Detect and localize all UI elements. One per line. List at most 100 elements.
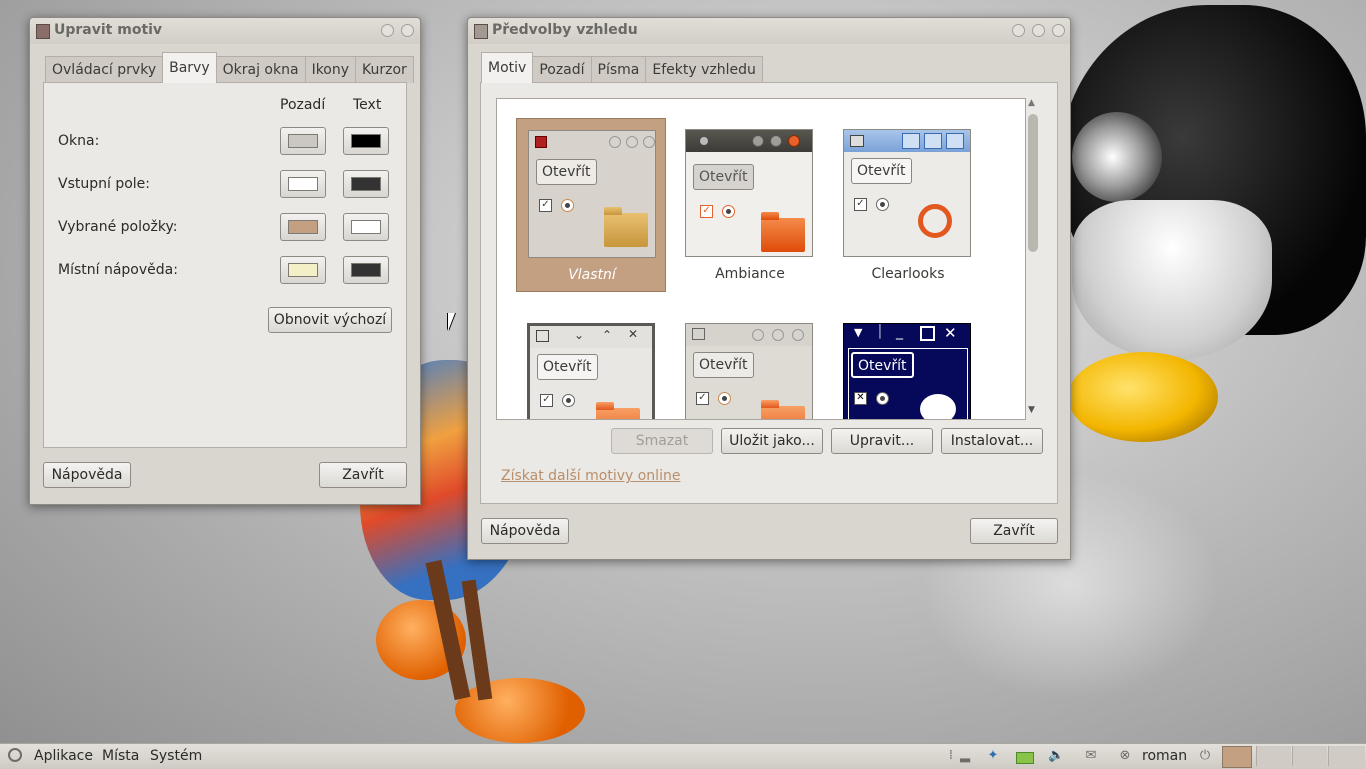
ubuntu-menu-icon[interactable] <box>8 748 22 762</box>
color-swatch <box>351 134 381 148</box>
install-button[interactable]: Instalovat... <box>941 428 1043 454</box>
minimize-icon[interactable] <box>381 24 394 37</box>
reset-defaults-button[interactable]: Obnovit výchozí <box>268 307 392 333</box>
update-manager-icon[interactable]: ✦ <box>986 749 1000 763</box>
folder-icon <box>596 402 640 419</box>
edit-theme-window: Upravit motiv Ovládací prvky Barvy Okraj… <box>29 17 421 505</box>
workspace-2[interactable] <box>1256 746 1291 766</box>
minimize-icon[interactable] <box>1012 24 1025 37</box>
tab-colors[interactable]: Barvy <box>162 52 217 83</box>
workspace-3[interactable] <box>1292 746 1327 766</box>
tab-icons[interactable]: Ikony <box>304 56 357 83</box>
power-icon[interactable]: ⏻ <box>1198 749 1212 763</box>
radio-icon <box>718 392 731 405</box>
theme-item-custom[interactable]: Otevřít ✓ Vlastní <box>516 118 666 292</box>
wallpaper-penguin-belly <box>1072 200 1272 360</box>
workspace-4[interactable] <box>1328 746 1365 766</box>
tab-background[interactable]: Pozadí <box>532 56 592 83</box>
scroll-up-icon[interactable]: ▲ <box>1028 98 1035 108</box>
save-as-button[interactable]: Uložit jako... <box>721 428 823 454</box>
theme-preview: ⌄ ⌃ ✕ Otevřít ✓ <box>527 323 655 419</box>
signal-strength-icon[interactable]: ▂ <box>958 749 972 763</box>
tab-controls[interactable]: Ovládací prvky <box>45 56 164 83</box>
theme-item[interactable]: Otevřít ✓ <box>675 311 825 419</box>
close-button[interactable]: Zavřít <box>970 518 1058 544</box>
windows-background-color-button[interactable] <box>280 127 326 155</box>
checkbox-icon: ✓ <box>696 392 709 405</box>
selected-background-color-button[interactable] <box>280 213 326 241</box>
tab-window-border[interactable]: Okraj okna <box>215 56 306 83</box>
close-icon[interactable] <box>401 24 414 37</box>
help-button[interactable]: Nápověda <box>43 462 131 488</box>
theme-preview: Otevřít ✓ <box>528 130 656 258</box>
theme-preview: Otevřít ✓ <box>685 129 813 257</box>
color-swatch <box>351 220 381 234</box>
window-app-icon <box>36 24 50 39</box>
battery-icon[interactable] <box>1016 752 1034 764</box>
color-swatch <box>288 134 318 148</box>
titlebar[interactable]: Upravit motiv <box>30 18 420 44</box>
windows-text-color-button[interactable] <box>343 127 389 155</box>
top-panel: Aplikace Místa Systém ⁞ ▂ ✦ 🔈 ✉ ⊗ roman … <box>0 743 1366 769</box>
applications-menu[interactable]: Aplikace <box>34 748 93 764</box>
places-menu[interactable]: Místa <box>102 748 139 764</box>
tab-fonts[interactable]: Písma <box>590 56 647 83</box>
selected-text-color-button[interactable] <box>343 213 389 241</box>
tooltip-text-color-button[interactable] <box>343 256 389 284</box>
delete-button[interactable]: Smazat <box>611 428 713 454</box>
workspace-1[interactable] <box>1222 746 1252 768</box>
preview-open-button: Otevřít <box>851 352 914 378</box>
tab-cursor[interactable]: Kurzor <box>355 56 414 83</box>
close-button[interactable]: Zavřít <box>319 462 407 488</box>
mail-icon[interactable]: ✉ <box>1084 749 1098 763</box>
color-swatch <box>351 177 381 191</box>
theme-name: Ambiance <box>715 266 785 282</box>
checkbox-icon: ✓ <box>854 198 867 211</box>
tab-theme[interactable]: Motiv <box>481 52 534 83</box>
help-button[interactable]: Nápověda <box>481 518 569 544</box>
theme-item-ambiance[interactable]: Otevřít ✓ Ambiance <box>675 118 825 292</box>
wallpaper-penguin-eye <box>1072 112 1162 202</box>
row-label-tooltips: Místní nápověda: <box>58 262 178 278</box>
system-menu[interactable]: Systém <box>150 748 202 764</box>
row-label-input-fields: Vstupní pole: <box>58 176 151 192</box>
text-column-header: Text <box>353 97 382 113</box>
volume-icon[interactable]: 🔈 <box>1048 749 1064 763</box>
more-themes-online-link[interactable]: Získat další motivy online <box>501 468 680 484</box>
theme-item[interactable]: ▼ ⏐ _ ✕ Otevřít ✕ <box>833 311 983 419</box>
preview-open-button: Otevřít <box>536 159 597 185</box>
theme-item[interactable]: ⌄ ⌃ ✕ Otevřít ✓ <box>517 311 667 419</box>
color-swatch <box>288 177 318 191</box>
user-status-icon[interactable]: ⊗ <box>1118 749 1132 763</box>
appearance-preferences-window: Předvolby vzhledu Motiv Pozadí Písma Efe… <box>467 17 1071 560</box>
scroll-down-icon[interactable]: ▼ <box>1028 405 1035 415</box>
radio-icon <box>562 394 575 407</box>
window-title: Předvolby vzhledu <box>492 22 638 38</box>
background-column-header: Pozadí <box>280 97 326 113</box>
maximize-icon[interactable] <box>1032 24 1045 37</box>
input-background-color-button[interactable] <box>280 170 326 198</box>
close-icon[interactable] <box>1052 24 1065 37</box>
theme-name: Clearlooks <box>871 266 945 282</box>
scrollbar-thumb[interactable] <box>1028 114 1038 252</box>
tooltip-background-color-button[interactable] <box>280 256 326 284</box>
edit-button[interactable]: Upravit... <box>831 428 933 454</box>
color-swatch <box>288 263 318 277</box>
username-label[interactable]: roman <box>1142 748 1187 764</box>
wallpaper-bird-foot-right <box>455 678 585 743</box>
color-swatch <box>288 220 318 234</box>
checkbox-icon: ✓ <box>700 205 713 218</box>
input-text-color-button[interactable] <box>343 170 389 198</box>
preview-open-button: Otevřít <box>693 352 754 378</box>
window-app-icon <box>474 24 488 39</box>
theme-list[interactable]: Otevřít ✓ Vlastní Otevřít ✓ Ambiance Ote… <box>496 98 1026 420</box>
titlebar[interactable]: Předvolby vzhledu <box>468 18 1070 44</box>
preview-open-button: Otevřít <box>693 164 754 190</box>
row-label-windows: Okna: <box>58 133 100 149</box>
theme-item-clearlooks[interactable]: Otevřít ✓ Clearlooks <box>833 118 983 292</box>
tab-visual-effects[interactable]: Efekty vzhledu <box>645 56 763 83</box>
theme-list-scrollbar[interactable]: ▲ ▼ <box>1027 98 1039 418</box>
ubuntu-logo-icon <box>918 204 952 238</box>
radio-icon <box>876 392 889 405</box>
folder-icon <box>761 400 805 419</box>
